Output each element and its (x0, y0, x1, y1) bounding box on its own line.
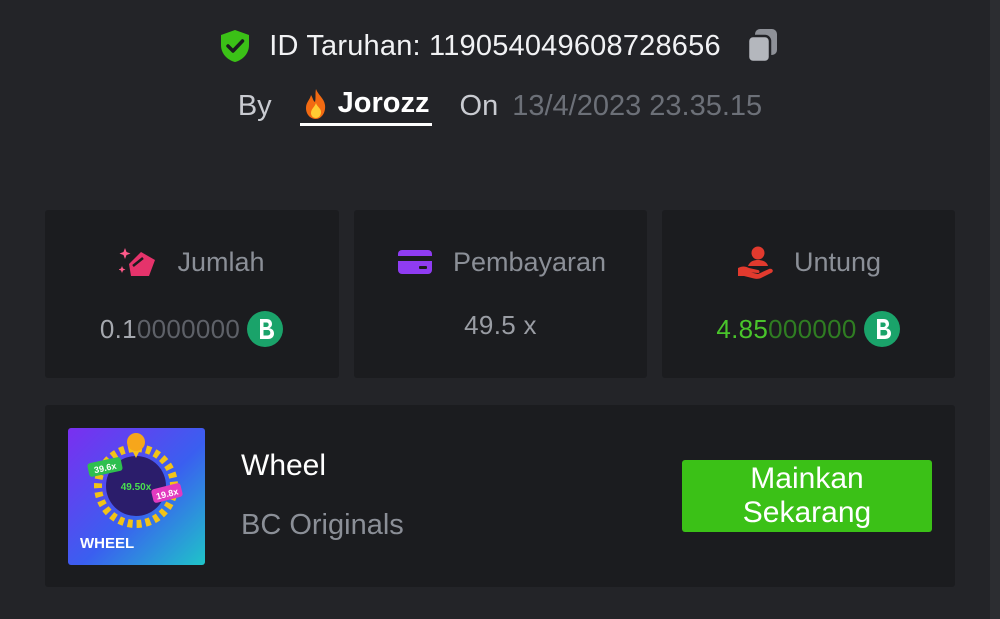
bc-coin-icon (247, 311, 284, 347)
amount-trailing-zeros: 0000000 (136, 313, 241, 344)
copy-icon[interactable] (743, 26, 783, 66)
stat-value-payout: 49.5 x (464, 310, 537, 340)
game-card: 39.6x 49.50x 19.8x WHEEL Wheel BC Origin… (45, 405, 955, 587)
on-label: On (459, 89, 499, 122)
bet-amount-icon (119, 248, 156, 276)
amount-significant-digits: 0.1 (99, 313, 137, 344)
game-provider: BC Originals (241, 509, 404, 541)
stat-card-amount: Jumlah 0.10000000 (45, 210, 339, 378)
bet-id: ID Taruhan: 119054049608728656 (269, 29, 721, 62)
stat-value-profit: 4.85000000 (716, 314, 856, 345)
stat-card-payout: Pembayaran 49.5 x (354, 210, 647, 378)
bet-author-row: By Jorozz On 13/4/2023 23.35.15 (0, 84, 1000, 128)
bet-id-row: ID Taruhan: 119054049608728656 (0, 24, 1000, 68)
thumb-multiplier-center: 49.50x (121, 482, 152, 493)
thumb-title: WHEEL (80, 535, 134, 552)
username: Jorozz (337, 87, 430, 119)
game-name[interactable]: Wheel (241, 449, 326, 483)
wheel-game-art: 39.6x 49.50x 19.8x WHEEL (68, 428, 205, 565)
profit-hand-icon (737, 246, 773, 279)
verified-shield-icon (221, 30, 250, 62)
profit-trailing-zeros: 000000 (768, 313, 857, 344)
bc-coin-icon (863, 311, 900, 347)
stat-value-amount: 0.10000000 (100, 314, 240, 345)
bet-timestamp: 13/4/2023 23.35.15 (512, 89, 763, 122)
stat-label-payout: Pembayaran (452, 246, 607, 277)
stat-label-amount: Jumlah (177, 246, 265, 277)
user-profile-link[interactable]: Jorozz (299, 87, 432, 126)
play-now-button[interactable]: Mainkan Sekarang (682, 460, 932, 532)
fire-icon (305, 88, 325, 119)
game-thumbnail[interactable]: 39.6x 49.50x 19.8x WHEEL (68, 428, 205, 565)
payment-card-icon (397, 250, 432, 274)
stat-card-profit: Untung 4.85000000 (662, 210, 955, 378)
by-label: By (237, 89, 272, 122)
profit-significant-digits: 4.85 (716, 313, 769, 344)
stat-label-profit: Untung (793, 246, 882, 277)
